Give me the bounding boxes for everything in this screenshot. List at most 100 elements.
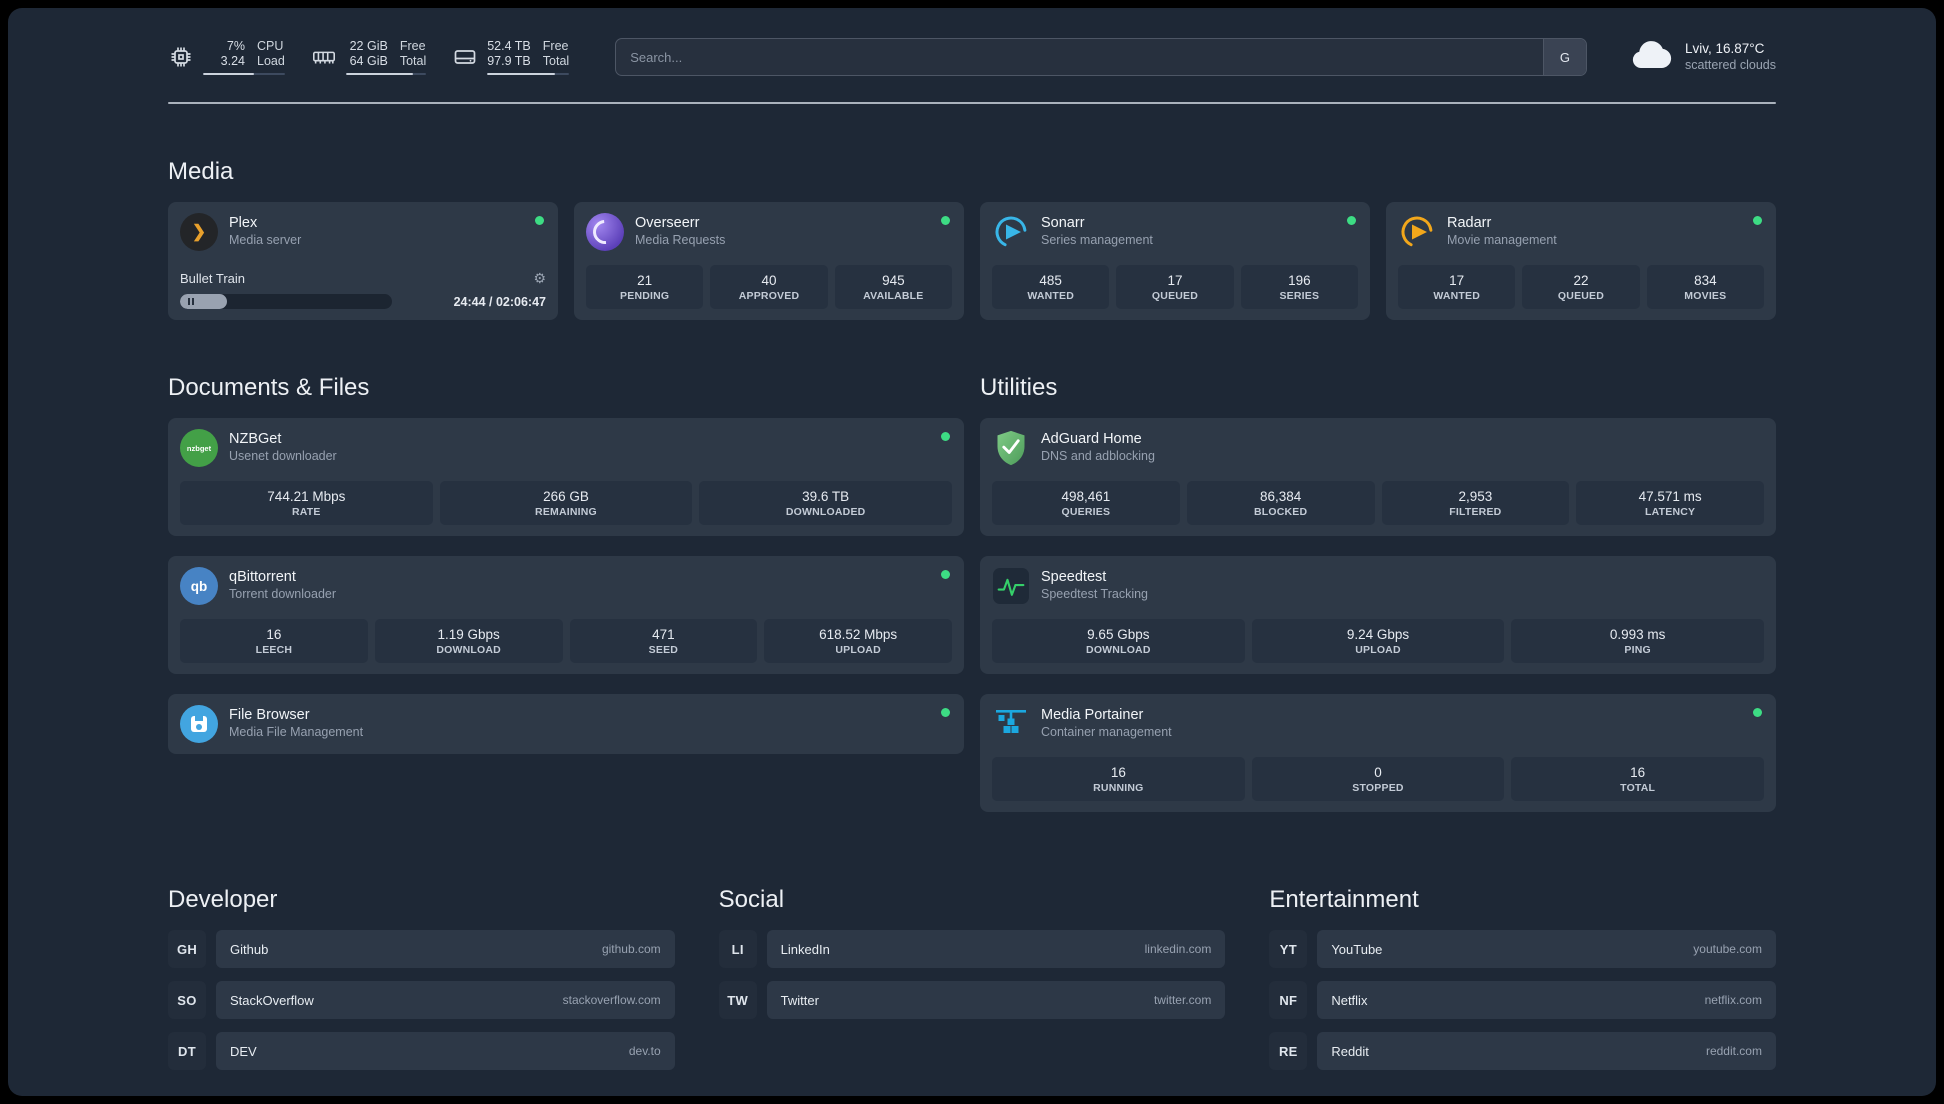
- bookmark-stackoverflow[interactable]: SO StackOverflow stackoverflow.com: [168, 981, 675, 1019]
- overseerr-icon: [586, 213, 624, 251]
- memory-widget: 22 GiB 64 GiB Free Total: [311, 39, 427, 75]
- bookmark-dev[interactable]: DT DEV dev.to: [168, 1032, 675, 1070]
- bookmark-linkedin[interactable]: LI LinkedIn linkedin.com: [718, 930, 1226, 968]
- stat-tile: 17 WANTED: [1398, 265, 1516, 309]
- weather-condition: scattered clouds: [1684, 58, 1776, 72]
- bookmark-name: YouTube: [1331, 941, 1383, 957]
- section-title-developer: Developer: [168, 886, 278, 913]
- stat-tile: 16 LEECH: [180, 619, 368, 663]
- status-dot: [1753, 216, 1762, 225]
- service-name: AdGuard Home: [1041, 431, 1142, 447]
- bookmark-twitter[interactable]: TW Twitter twitter.com: [718, 981, 1226, 1019]
- adguard-shield-icon: [992, 429, 1030, 467]
- service-subtitle: Torrent downloader: [229, 587, 337, 601]
- memory-free-label: Free: [399, 39, 426, 53]
- bookmark-group-developer: Developer GH Github github.com SO StackO…: [168, 832, 675, 1083]
- disk-progress-bar: [487, 73, 570, 75]
- service-card-speedtest[interactable]: Speedtest Speedtest Tracking 9.65 Gbps DO…: [980, 556, 1776, 674]
- now-playing-title: Bullet Train: [180, 271, 246, 286]
- cpu-widget: 7% 3.24 CPU Load: [168, 39, 285, 75]
- service-name: Plex: [229, 215, 258, 231]
- service-card-filebrowser[interactable]: File Browser Media File Management: [168, 694, 964, 754]
- stat-tile: 2,953 FILTERED: [1381, 481, 1570, 525]
- service-subtitle: Media server: [229, 233, 302, 247]
- bookmark-name: Twitter: [780, 992, 819, 1008]
- stat-tile: 9.24 Gbps UPLOAD: [1251, 619, 1505, 663]
- service-card-sonarr[interactable]: Sonarr Series management 485 WANTED 17 QUE…: [980, 202, 1370, 320]
- bookmark-netflix[interactable]: NF Netflix netflix.com: [1269, 981, 1776, 1019]
- section-title-utilities: Utilities: [980, 374, 1058, 401]
- search-input[interactable]: [616, 39, 1543, 75]
- stat-tile: 16 RUNNING: [992, 757, 1245, 801]
- bookmark-host: netflix.com: [1704, 993, 1762, 1007]
- service-card-qbittorrent[interactable]: qb qBittorrent Torrent downloader 16 LEEC…: [168, 556, 964, 674]
- stat-tile: 47.571 ms LATENCY: [1576, 481, 1764, 525]
- cpu-label: CPU: [257, 39, 284, 53]
- disk-total-label: Total: [542, 54, 570, 68]
- stat-tile: 744.21 Mbps RATE: [180, 481, 433, 525]
- stat-tile: 196 SERIES: [1240, 265, 1358, 309]
- service-card-plex[interactable]: ❯ Plex Media server Bullet Train ⚙ 24:44…: [168, 202, 558, 320]
- resource-widgets: 7% 3.24 CPU Load 22 GiB 64 GiB Free Tota…: [168, 39, 570, 75]
- now-playing: Bullet Train ⚙ 24:44 / 02:06:47: [180, 260, 546, 309]
- service-card-nzbget[interactable]: nzbget NZBGet Usenet downloader 744.21 M…: [168, 418, 964, 536]
- bookmark-github[interactable]: GH Github github.com: [168, 930, 675, 968]
- bookmark-abbr: SO: [168, 981, 206, 1019]
- disk-widget: 52.4 TB 97.9 TB Free Total: [452, 39, 570, 75]
- stat-tile: 498,461 QUERIES: [992, 481, 1180, 525]
- weather-widget: Lviv, 16.87°C scattered clouds: [1629, 39, 1776, 76]
- speedtest-icon: [993, 568, 1029, 604]
- cpu-icon: [168, 44, 194, 70]
- service-card-adguard[interactable]: AdGuard Home DNS and adblocking 498,461 Q…: [980, 418, 1776, 536]
- bookmark-host: twitter.com: [1153, 993, 1212, 1007]
- cpu-usage-value: 7%: [226, 39, 245, 53]
- stat-tile: 22 QUEUED: [1522, 265, 1640, 309]
- service-name: Radarr: [1447, 215, 1492, 231]
- service-name: Speedtest: [1041, 569, 1107, 585]
- stat-tile: 618.52 Mbps UPLOAD: [764, 619, 952, 663]
- stat-tile: 485 WANTED: [992, 265, 1110, 309]
- disk-icon: [452, 44, 478, 70]
- memory-icon: [311, 44, 337, 70]
- bookmark-abbr: GH: [168, 930, 206, 968]
- portainer-icon: [992, 705, 1030, 743]
- memory-free-value: 22 GiB: [349, 39, 388, 53]
- bookmark-youtube[interactable]: YT YouTube youtube.com: [1269, 930, 1776, 968]
- stat-tile: 266 GB REMAINING: [439, 481, 693, 525]
- bookmark-host: linkedin.com: [1144, 942, 1212, 956]
- service-name: NZBGet: [229, 431, 282, 447]
- bookmark-name: StackOverflow: [230, 992, 314, 1008]
- service-subtitle: Speedtest Tracking: [1041, 587, 1149, 601]
- stat-tile: 17 QUEUED: [1116, 265, 1234, 309]
- bookmark-name: Github: [230, 941, 269, 957]
- stat-tile: 21 PENDING: [586, 265, 704, 309]
- bookmark-name: LinkedIn: [780, 941, 830, 957]
- service-subtitle: Media Requests: [635, 233, 726, 247]
- cpu-progress-bar: [203, 73, 285, 75]
- bookmark-abbr: YT: [1269, 930, 1308, 968]
- search-provider-button[interactable]: G: [1542, 39, 1586, 75]
- gear-icon[interactable]: ⚙: [533, 270, 546, 287]
- section-title-documents: Documents & Files: [168, 374, 370, 401]
- documents-column: Documents & Files nzbget NZBGet Usenet d…: [168, 320, 964, 774]
- sonarr-icon: [992, 213, 1030, 251]
- status-dot: [941, 432, 950, 441]
- service-subtitle: Series management: [1041, 233, 1153, 247]
- bookmark-abbr: LI: [718, 930, 757, 968]
- disk-free-value: 52.4 TB: [487, 39, 531, 53]
- bookmark-reddit[interactable]: RE Reddit reddit.com: [1269, 1032, 1776, 1070]
- media-grid: ❯ Plex Media server Bullet Train ⚙ 24:44…: [168, 202, 1776, 320]
- section-title-social: Social: [718, 886, 785, 913]
- plex-icon: ❯: [180, 213, 218, 251]
- service-card-radarr[interactable]: Radarr Movie management 17 WANTED 22 QUEUE…: [1386, 202, 1776, 320]
- disk-free-label: Free: [542, 39, 569, 53]
- service-subtitle: DNS and adblocking: [1041, 449, 1155, 463]
- cpu-load-value: 3.24: [220, 54, 245, 68]
- service-card-portainer[interactable]: Media Portainer Container management 16 R…: [980, 694, 1776, 812]
- pause-icon[interactable]: [188, 298, 195, 305]
- bookmark-abbr: RE: [1269, 1032, 1308, 1070]
- stat-tile: 9.65 Gbps DOWNLOAD: [992, 619, 1245, 663]
- bookmark-host: stackoverflow.com: [562, 993, 661, 1007]
- service-card-overseerr[interactable]: Overseerr Media Requests 21 PENDING 40 APP…: [574, 202, 964, 320]
- stat-tile: 945 AVAILABLE: [834, 265, 952, 309]
